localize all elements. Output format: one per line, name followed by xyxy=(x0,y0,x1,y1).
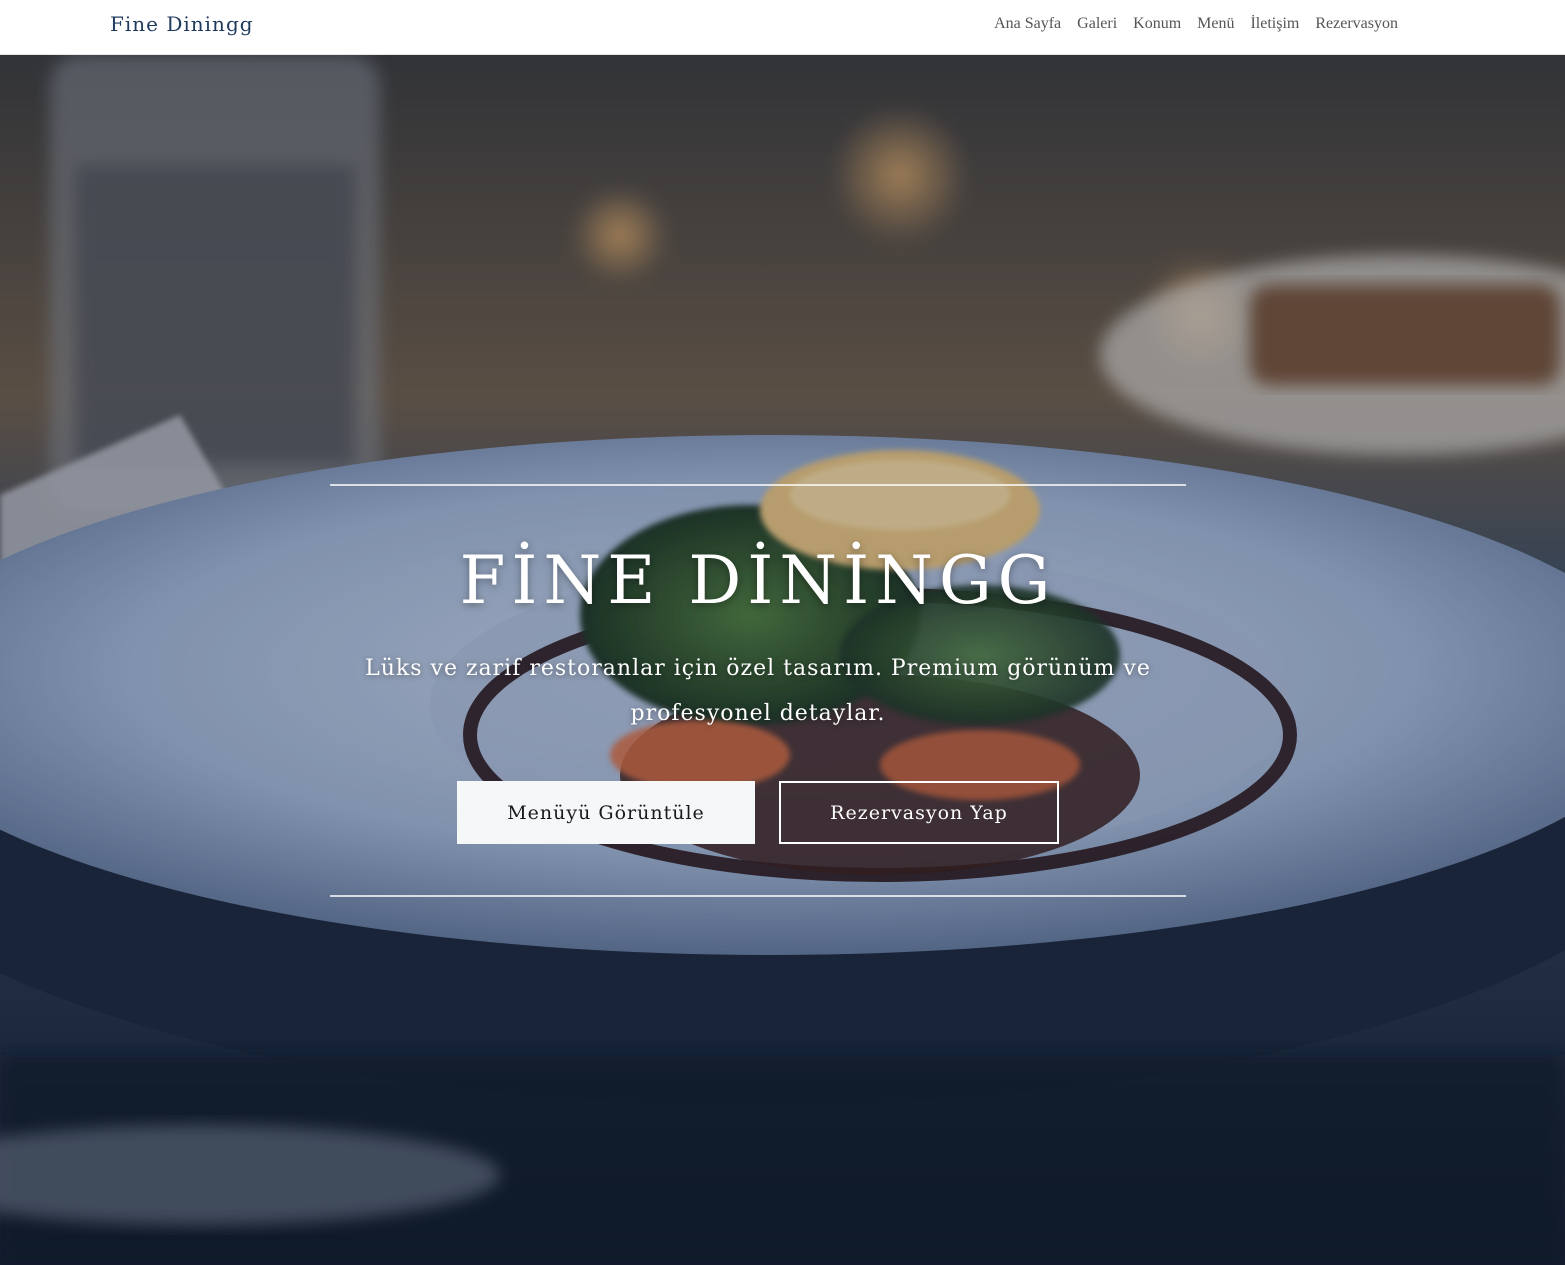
hero-section: FİNE DİNİNGG Lüks ve zarif restoranlar i… xyxy=(0,55,1565,1265)
hero-title: FİNE DİNİNGG xyxy=(459,542,1057,619)
top-divider xyxy=(330,484,1186,486)
view-menu-button[interactable]: Menüyü Görüntüle xyxy=(457,781,755,844)
hero-content: FİNE DİNİNGG Lüks ve zarif restoranlar i… xyxy=(330,484,1186,897)
navbar: Fine Diningg Ana Sayfa Galeri Konum Menü… xyxy=(0,0,1565,55)
brand-logo[interactable]: Fine Diningg xyxy=(110,12,254,36)
nav-link-menu[interactable]: Menü xyxy=(1197,15,1234,33)
make-reservation-button[interactable]: Rezervasyon Yap xyxy=(779,781,1059,844)
bottom-divider xyxy=(330,895,1186,897)
nav-link-galeri[interactable]: Galeri xyxy=(1077,15,1117,33)
nav-link-konum[interactable]: Konum xyxy=(1133,15,1181,33)
nav-links: Ana Sayfa Galeri Konum Menü İletişim Rez… xyxy=(994,15,1398,33)
nav-link-ana-sayfa[interactable]: Ana Sayfa xyxy=(994,15,1061,33)
nav-link-iletisim[interactable]: İletişim xyxy=(1250,15,1299,33)
hero-subtitle: Lüks ve zarif restoranlar için özel tasa… xyxy=(365,656,1151,726)
nav-link-rezervasyon[interactable]: Rezervasyon xyxy=(1315,15,1398,33)
